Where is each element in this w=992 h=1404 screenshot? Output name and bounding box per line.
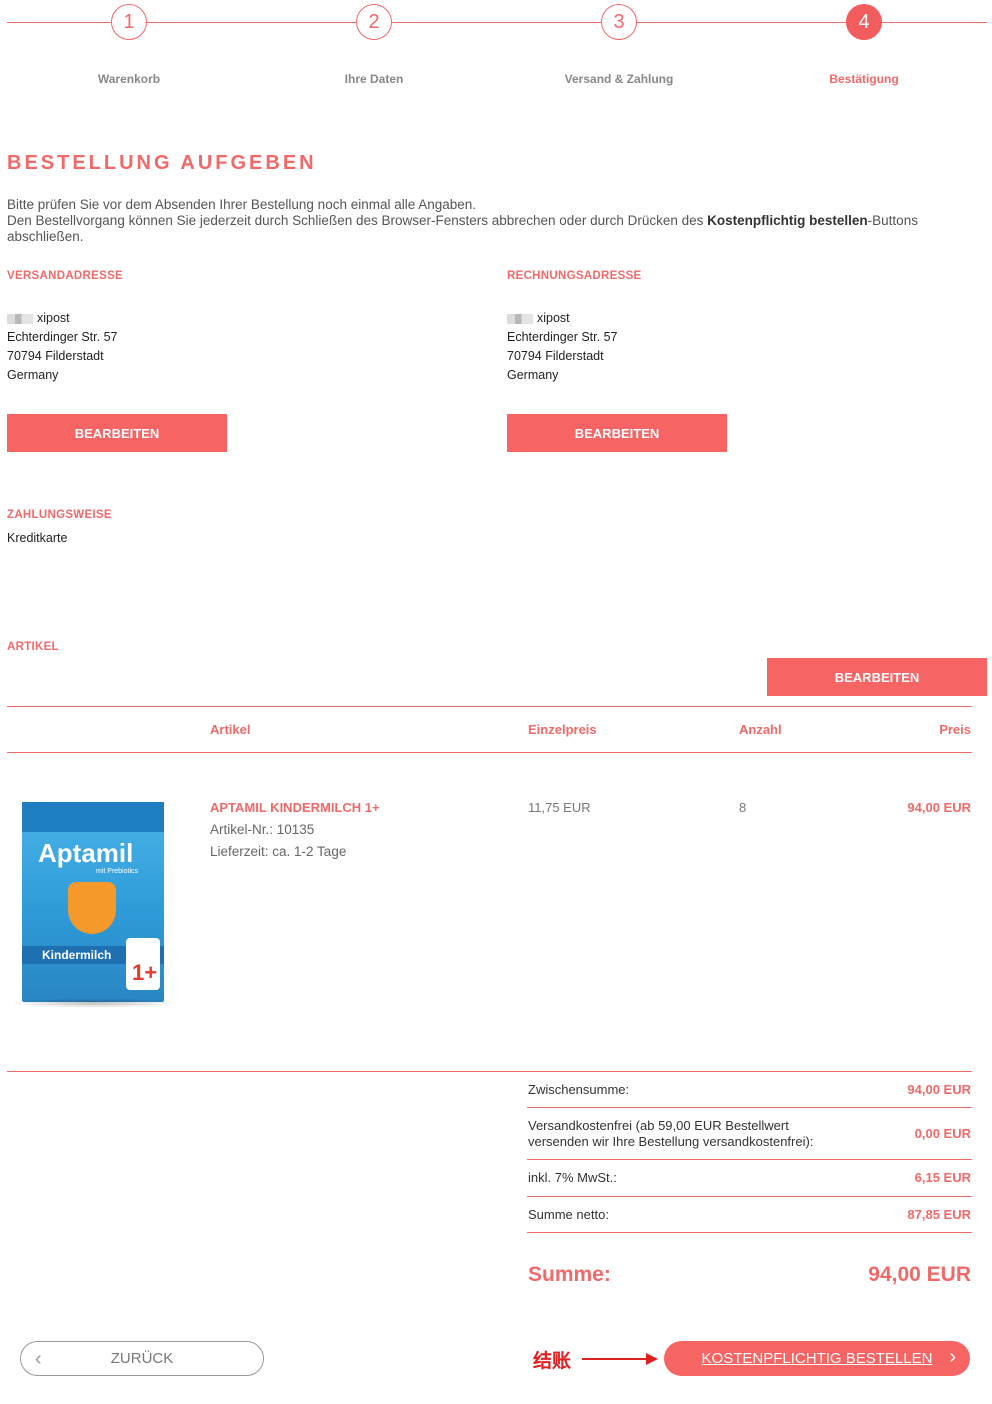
annotation-arrow-line (582, 1358, 648, 1360)
billing-heading: RECHNUNGSADRESSE (507, 270, 642, 282)
step-4-number: 4 (858, 10, 870, 33)
product-brand-sub: mit Prebiotics (96, 868, 139, 875)
summary-divider (527, 1107, 972, 1108)
step-2-circle: 2 (356, 4, 392, 40)
back-button[interactable]: ‹ ZURÜCK (20, 1341, 264, 1376)
summary-vat-label: inkl. 7% MwSt.: (528, 1170, 617, 1185)
checkout-annotation: 结账 (533, 1351, 572, 1372)
product-shadow (8, 998, 180, 1008)
product-box-top (22, 802, 164, 832)
step-2-number: 2 (368, 10, 380, 33)
product-price: 94,00 EUR (907, 800, 971, 815)
summary-net-value: 87,85 EUR (907, 1207, 971, 1222)
intro-text: Bitte prüfen Sie vor dem Absenden Ihrer … (7, 197, 987, 245)
stepper-line (7, 22, 987, 23)
back-button-label: ZURÜCK (110, 1350, 174, 1367)
shipping-street: Echterdinger Str. 57 (7, 330, 118, 344)
billing-street: Echterdinger Str. 57 (507, 330, 618, 344)
salutation-blur-icon (7, 313, 33, 324)
billing-country: Germany (507, 368, 559, 382)
place-order-button[interactable]: KOSTENPFLICHTIG BESTELLEN › (664, 1341, 970, 1376)
edit-articles-button[interactable]: BEARBEITEN (767, 658, 987, 696)
salutation-blur-icon (507, 313, 533, 324)
summary-divider (527, 1232, 972, 1233)
product-image[interactable]: Aptamil mit Prebiotics Kindermilch 1+ (8, 800, 180, 1010)
col-header-unit-price: Einzelpreis (528, 722, 597, 737)
shield-icon (68, 882, 116, 934)
product-delivery: Lieferzeit: ca. 1-2 Tage (210, 844, 347, 859)
intro-line-1: Bitte prüfen Sie vor dem Absenden Ihrer … (7, 197, 477, 212)
intro-bold-text: Kostenpflichtig bestellen (707, 213, 868, 228)
payment-heading: ZAHLUNGSWEISE (7, 509, 112, 521)
table-bottom-divider (7, 1071, 972, 1072)
summary-vat-value: 6,15 EUR (914, 1170, 971, 1185)
table-top-divider (7, 706, 972, 707)
chevron-right-icon: › (949, 1346, 956, 1368)
payment-method: Kreditkarte (7, 531, 68, 545)
product-article-no: Artikel-Nr.: 10135 (210, 822, 315, 837)
total-label: Summe: (528, 1263, 611, 1286)
table-header-divider (7, 752, 972, 753)
billing-address: xipost Echterdinger Str. 57 70794 Filder… (507, 309, 617, 385)
arrow-right-icon (646, 1353, 658, 1365)
summary-divider (527, 1196, 972, 1197)
summary-subtotal-value: 94,00 EUR (907, 1082, 971, 1097)
articles-heading: ARTIKEL (7, 641, 59, 653)
product-badge: 1+ (132, 960, 158, 985)
summary-shipping-value: 0,00 EUR (914, 1126, 971, 1141)
step-1-circle: 1 (111, 4, 147, 40)
chevron-left-icon: ‹ (35, 1348, 42, 1370)
step-3-label: Versand & Zahlung (564, 72, 674, 86)
product-name[interactable]: APTAMIL KINDERMILCH 1+ (210, 800, 380, 815)
place-order-label: KOSTENPFLICHTIG BESTELLEN (701, 1350, 933, 1367)
col-header-article: Artikel (210, 722, 251, 737)
step-4-circle: 4 (846, 4, 882, 40)
step-3-number: 3 (613, 10, 625, 33)
summary-divider (527, 1159, 972, 1160)
shipping-address: xipost Echterdinger Str. 57 70794 Filder… (7, 309, 117, 385)
step-4-label: Bestätigung (829, 72, 899, 86)
product-quantity: 8 (739, 800, 747, 815)
billing-name: xipost (537, 311, 570, 325)
step-2-label: Ihre Daten (344, 72, 404, 86)
edit-shipping-button[interactable]: BEARBEITEN (7, 414, 227, 452)
shipping-name: xipost (37, 311, 70, 325)
col-header-price: Preis (939, 722, 971, 737)
product-unit-price: 11,75 EUR (528, 800, 591, 815)
step-1-label: Warenkorb (97, 72, 161, 86)
shipping-heading: VERSANDADRESSE (7, 270, 124, 282)
intro-line-2: Den Bestellvorgang können Sie jederzeit … (7, 213, 918, 244)
total-value: 94,00 EUR (868, 1263, 971, 1286)
shipping-city: 70794 Filderstadt (7, 349, 104, 363)
summary-subtotal-label: Zwischensumme: (528, 1082, 630, 1097)
shipping-country: Germany (7, 368, 59, 382)
product-band-text: Kindermilch (42, 948, 112, 962)
billing-city: 70794 Filderstadt (507, 349, 604, 363)
step-3-circle: 3 (601, 4, 637, 40)
summary-net-label: Summe netto: (528, 1207, 609, 1222)
step-1-number: 1 (123, 10, 135, 33)
product-brand: Aptamil (38, 838, 134, 868)
col-header-quantity: Anzahl (739, 722, 782, 737)
edit-billing-button[interactable]: BEARBEITEN (507, 414, 727, 452)
summary-shipping-label: Versandkostenfrei (ab 59,00 EUR Bestellw… (528, 1118, 814, 1149)
page-title: BESTELLUNG AUFGEBEN (7, 152, 317, 174)
